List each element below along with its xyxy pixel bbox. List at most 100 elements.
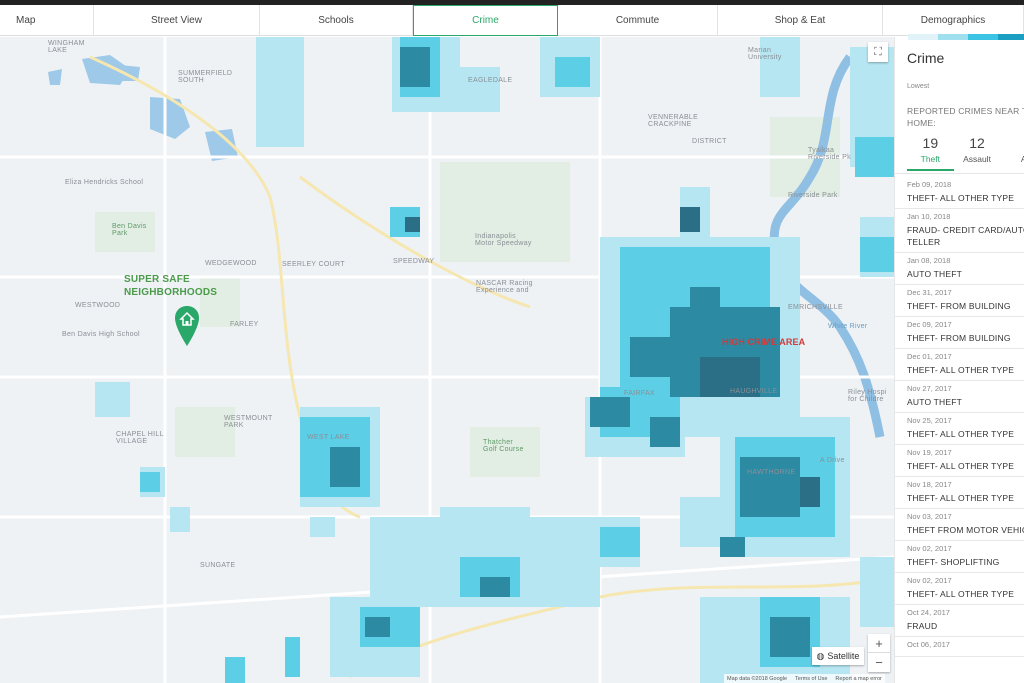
- label-riverside: Riverside Park: [788, 192, 838, 199]
- zoom-control: + −: [868, 634, 890, 672]
- label-hawthorne: HAWTHORNE: [747, 469, 796, 476]
- theft-label: Theft: [920, 154, 941, 164]
- zoom-out-button[interactable]: −: [868, 653, 890, 672]
- theft-count: 19: [922, 135, 939, 151]
- label-fairfax: FAIRFAX: [624, 390, 655, 397]
- crime-list-item[interactable]: Nov 02, 2017 THEFT- ALL OTHER TYPE: [895, 573, 1024, 605]
- label-riley: Riley Hospi for Childre: [848, 389, 887, 403]
- globe-icon: ◍: [816, 650, 825, 661]
- label-ben-davis-hs: Ben Davis High School: [62, 331, 140, 338]
- crime-date: Dec 01, 2017: [907, 352, 952, 361]
- panel-title: Crime: [907, 50, 945, 66]
- label-vennerable: VENNERABLE CRACKPINE: [648, 114, 699, 128]
- attribution-map-data: Map data ©2018 Google: [727, 675, 788, 682]
- satellite-label: Satellite: [827, 651, 860, 661]
- tab-commute[interactable]: Commute: [558, 5, 718, 36]
- label-wingham-lake: WINGHAM LAKE: [48, 40, 85, 54]
- crime-type: THEFT- ALL OTHER TYPE: [907, 365, 1015, 375]
- label-speedway-track: Indianapolis Motor Speedway: [475, 233, 532, 247]
- crime-list-item[interactable]: Dec 31, 2017 THEFT- FROM BUILDING: [895, 285, 1024, 317]
- crime-list-item[interactable]: Jan 10, 2018 FRAUD- CREDIT CARD/AUTO TELL…: [895, 209, 1024, 253]
- crime-date: Nov 03, 2017: [907, 512, 952, 521]
- legend-lowest-label: Lowest: [907, 83, 930, 90]
- label-summerfield: SUMMERFIELD SOUTH: [178, 70, 233, 84]
- tab-shop-eat[interactable]: Shop & Eat: [718, 5, 883, 36]
- crime-type: THEFT- ALL OTHER TYPE: [907, 461, 1015, 471]
- crime-category-tabs: 19 Theft 12 Assault A: [907, 135, 1024, 171]
- crime-type: THEFT- FROM BUILDING: [907, 333, 1011, 343]
- zoom-in-button[interactable]: +: [868, 634, 890, 653]
- legend-swatch: [908, 34, 938, 40]
- crime-list-item[interactable]: Nov 03, 2017 THEFT FROM MOTOR VEHICLE: [895, 509, 1024, 541]
- label-emrichsville: EMRICHSVILLE: [788, 304, 843, 311]
- label-westlake: WEST LAKE: [307, 434, 350, 441]
- crime-list-item[interactable]: Oct 24, 2017 FRAUD: [895, 605, 1024, 637]
- crime-list-item[interactable]: Nov 02, 2017 THEFT- SHOPLIFTING: [895, 541, 1024, 573]
- category-tab-assault[interactable]: 12 Assault: [954, 135, 1001, 171]
- crime-date: Feb 09, 2018: [907, 180, 952, 189]
- tab-demographics[interactable]: Demographics: [883, 5, 1024, 36]
- crime-list-item[interactable]: Oct 06, 2017: [895, 637, 1024, 657]
- label-eagledale: EAGLEDALE: [468, 77, 513, 84]
- label-thatcher: Thatcher Golf Course: [483, 439, 524, 453]
- crime-list-item[interactable]: Feb 09, 2018 THEFT- ALL OTHER TYPE: [895, 177, 1024, 209]
- map-base-layer: [0, 37, 894, 683]
- crime-type: THEFT- ALL OTHER TYPE: [907, 589, 1015, 599]
- crime-date: Oct 06, 2017: [907, 640, 950, 649]
- other-count: [1000, 135, 1024, 151]
- map-attribution: Map data ©2018 Google Terms of Use Repor…: [724, 674, 885, 683]
- fullscreen-icon[interactable]: ⛶: [868, 42, 888, 62]
- assault-count: 12: [969, 135, 985, 151]
- tab-bar: Map Street View Schools Crime Commute Sh…: [0, 5, 1024, 36]
- attribution-terms-link[interactable]: Terms of Use: [795, 676, 827, 682]
- label-farley: FARLEY: [230, 321, 259, 328]
- crime-list-item[interactable]: Jan 08, 2018 AUTO THEFT: [895, 253, 1024, 285]
- legend-swatch: [998, 34, 1024, 40]
- crime-date: Nov 18, 2017: [907, 480, 952, 489]
- label-white-river: White River: [828, 323, 868, 330]
- label-westwood: WESTWOOD: [75, 302, 121, 309]
- crime-list-item[interactable]: Dec 01, 2017 THEFT- ALL OTHER TYPE: [895, 349, 1024, 381]
- crime-date: Nov 25, 2017: [907, 416, 952, 425]
- tab-map[interactable]: Map: [0, 5, 94, 36]
- label-seerley-court: SEERLEY COURT: [282, 261, 345, 268]
- crime-type: AUTO THEFT: [907, 269, 963, 279]
- crime-date: Nov 27, 2017: [907, 384, 952, 393]
- crime-type: THEFT- FROM BUILDING: [907, 301, 1011, 311]
- crime-date: Dec 09, 2017: [907, 320, 952, 329]
- crime-type: THEFT- SHOPLIFTING: [907, 557, 1000, 567]
- label-speedway: SPEEDWAY: [393, 258, 435, 265]
- tab-crime[interactable]: Crime: [413, 5, 558, 36]
- tab-schools[interactable]: Schools: [260, 5, 413, 36]
- crime-list-item[interactable]: Dec 09, 2017 THEFT- FROM BUILDING: [895, 317, 1024, 349]
- label-chapel-hill: CHAPEL HILL VILLAGE: [116, 431, 164, 445]
- tab-street-view[interactable]: Street View: [94, 5, 260, 36]
- satellite-toggle-button[interactable]: ◍ Satellite: [812, 647, 864, 665]
- home-pin-icon[interactable]: [175, 306, 199, 346]
- crime-list-item[interactable]: Nov 27, 2017 AUTO THEFT: [895, 381, 1024, 413]
- label-wedgewood: WEDGEWOOD: [205, 260, 257, 267]
- assault-label: Assault: [963, 154, 991, 164]
- label-westmount-park: WESTMOUNT PARK: [224, 415, 273, 429]
- crime-date: Nov 02, 2017: [907, 544, 952, 553]
- other-label: A: [1000, 154, 1024, 164]
- crime-type: FRAUD- CREDIT CARD/AUTO TELLER: [907, 225, 1024, 247]
- annotation-high-crime-area: HIGH CRIME AREA: [722, 337, 806, 347]
- crime-date: Jan 08, 2018: [907, 256, 951, 265]
- label-district: DISTRICT: [692, 138, 727, 145]
- crime-legend-scale: [908, 34, 1024, 40]
- crime-list-item[interactable]: Nov 18, 2017 THEFT- ALL OTHER TYPE: [895, 477, 1024, 509]
- legend-swatch: [938, 34, 968, 40]
- crime-type: AUTO THEFT: [907, 397, 963, 407]
- attribution-report-link[interactable]: Report a map error: [835, 676, 881, 682]
- category-tab-theft[interactable]: 19 Theft: [907, 135, 954, 171]
- label-marian: Marian University: [748, 47, 782, 61]
- crime-list-item[interactable]: Nov 19, 2017 THEFT- ALL OTHER TYPE: [895, 445, 1024, 477]
- category-tab-other[interactable]: A: [1000, 135, 1024, 171]
- crime-list: Feb 09, 2018 THEFT- ALL OTHER TYPE Jan 10,…: [895, 177, 1024, 657]
- label-ben-davis-park: Ben Davis Park: [112, 223, 147, 237]
- crime-date: Jan 10, 2018: [907, 212, 951, 221]
- annotation-safe-neighborhoods: SUPER SAFE NEIGHBORHOODS: [124, 274, 218, 298]
- crime-list-item[interactable]: Nov 25, 2017 THEFT- ALL OTHER TYPE: [895, 413, 1024, 445]
- crime-map[interactable]: WINGHAM LAKE SUMMERFIELD SOUTH Eliza Hen…: [0, 37, 894, 683]
